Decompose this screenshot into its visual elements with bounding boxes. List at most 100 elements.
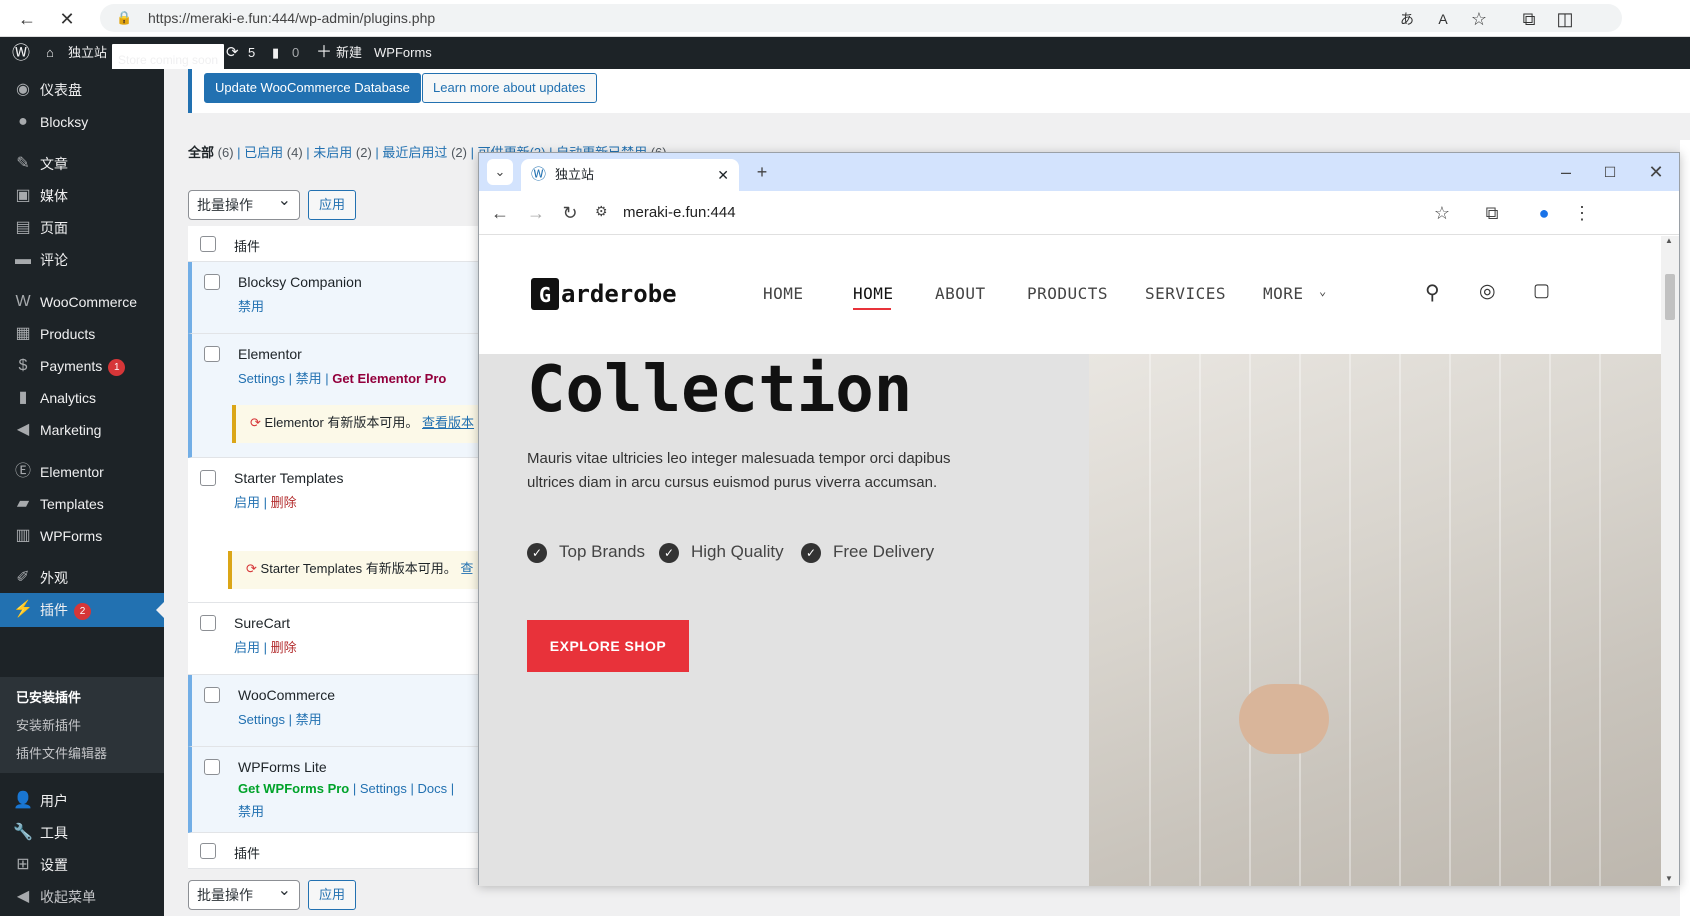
nav-products[interactable]: PRODUCTS bbox=[1027, 284, 1108, 303]
settings-link[interactable]: Settings bbox=[238, 712, 285, 727]
updates-count[interactable]: 5 bbox=[248, 37, 255, 69]
comments-count[interactable]: 0 bbox=[292, 37, 299, 69]
filter-active[interactable]: 已启用 bbox=[244, 145, 283, 160]
menu-marketing[interactable]: ◀ Marketing bbox=[0, 413, 164, 447]
scroll-up-icon[interactable]: ▲ bbox=[1665, 236, 1673, 245]
delete-link[interactable]: 删除 bbox=[271, 495, 297, 510]
back-icon[interactable]: ← bbox=[487, 200, 513, 226]
logo-text[interactable]: arderobe bbox=[561, 280, 677, 308]
scrollbar-thumb[interactable] bbox=[1665, 274, 1675, 320]
row-checkbox[interactable] bbox=[204, 274, 220, 290]
apply-button-bottom[interactable]: 应用 bbox=[308, 880, 357, 910]
maximize-icon[interactable]: ☐ bbox=[1597, 159, 1623, 185]
cart-icon[interactable]: ▢ bbox=[1533, 280, 1550, 301]
get-wpforms-pro-link[interactable]: Get WPForms Pro bbox=[238, 781, 349, 796]
row-checkbox[interactable] bbox=[204, 346, 220, 362]
menu-kebab-icon[interactable]: ⋮ bbox=[1569, 200, 1595, 226]
apply-button[interactable]: 应用 bbox=[308, 190, 357, 220]
tab-search-icon[interactable]: ⌄ bbox=[487, 159, 513, 185]
menu-pages[interactable]: ▤ 页面 bbox=[0, 211, 164, 245]
nav-home[interactable]: HOME bbox=[763, 284, 804, 303]
menu-products[interactable]: ▦ Products bbox=[0, 317, 164, 351]
menu-tools[interactable]: 🔧 工具 bbox=[0, 816, 164, 850]
settings-link[interactable]: Settings bbox=[360, 781, 407, 796]
updates-icon[interactable]: ⟳ bbox=[226, 37, 239, 69]
forward-icon[interactable]: → bbox=[523, 200, 549, 226]
delete-link[interactable]: 删除 bbox=[271, 640, 297, 655]
row-checkbox[interactable] bbox=[204, 759, 220, 775]
view-version-link[interactable]: 查 bbox=[460, 561, 473, 576]
plus-icon[interactable]: ＋ bbox=[316, 37, 332, 69]
menu-media[interactable]: ▣ 媒体 bbox=[0, 179, 164, 213]
back-icon[interactable]: ← bbox=[14, 6, 40, 32]
menu-wpforms[interactable]: ▥ WPForms bbox=[0, 519, 164, 553]
reload-icon[interactable]: ↻ bbox=[557, 200, 583, 226]
site-info-icon[interactable]: ⚙ bbox=[595, 203, 608, 220]
translate-icon[interactable]: あ bbox=[1394, 6, 1420, 32]
settings-link[interactable]: Settings bbox=[238, 371, 285, 386]
wpforms-menu[interactable]: WPForms bbox=[374, 37, 432, 69]
deactivate-link[interactable]: 禁用 bbox=[296, 712, 322, 727]
nav-about[interactable]: ABOUT bbox=[935, 284, 986, 303]
nav-services[interactable]: SERVICES bbox=[1145, 284, 1226, 303]
submenu-installed-plugins[interactable]: 已安装插件 bbox=[16, 687, 81, 706]
submenu-add-new-plugin[interactable]: 安装新插件 bbox=[16, 715, 81, 734]
chevron-down-icon[interactable]: ⌄ bbox=[1319, 284, 1327, 298]
close-window-icon[interactable]: ✕ bbox=[1643, 159, 1669, 185]
menu-woocommerce[interactable]: W WooCommerce bbox=[0, 285, 164, 319]
update-woocommerce-database-button[interactable]: Update WooCommerce Database bbox=[204, 73, 421, 103]
menu-payments[interactable]: $ Payments 1 bbox=[0, 349, 164, 383]
menu-appearance[interactable]: ✐ 外观 bbox=[0, 561, 164, 595]
minimize-icon[interactable]: – bbox=[1553, 159, 1579, 185]
view-version-link[interactable]: 查看版本 bbox=[422, 415, 474, 430]
comment-icon[interactable]: ▮ bbox=[272, 37, 279, 69]
deactivate-link[interactable]: 禁用 bbox=[296, 371, 322, 386]
menu-blocksy[interactable]: ● Blocksy bbox=[0, 105, 164, 139]
filter-recent[interactable]: 最近启用过 bbox=[382, 145, 447, 160]
new-tab-icon[interactable]: + bbox=[749, 159, 775, 185]
scrollbar[interactable]: ▲ ▼ bbox=[1661, 236, 1679, 886]
menu-plugins[interactable]: ⚡ 插件 2 bbox=[0, 593, 164, 627]
docs-link[interactable]: Docs bbox=[417, 781, 447, 796]
menu-analytics[interactable]: ▮ Analytics bbox=[0, 381, 164, 415]
select-all-checkbox[interactable] bbox=[200, 843, 216, 859]
extensions-icon[interactable]: ⧉ bbox=[1479, 200, 1505, 226]
activate-link[interactable]: 启用 bbox=[234, 495, 260, 510]
submenu-plugin-editor[interactable]: 插件文件编辑器 bbox=[16, 743, 107, 762]
search-icon[interactable]: ⚲ bbox=[1425, 280, 1440, 305]
site-name[interactable]: 独立站 bbox=[68, 37, 107, 69]
menu-dashboard[interactable]: ◉ 仪表盘 bbox=[0, 73, 164, 107]
filter-all[interactable]: 全部 bbox=[188, 145, 214, 160]
deactivate-link[interactable]: 禁用 bbox=[238, 801, 264, 820]
omnibox[interactable]: ⚙ meraki-e.fun:444 bbox=[591, 197, 1471, 229]
close-tab-icon[interactable]: ✕ bbox=[717, 159, 729, 191]
logo-mark[interactable]: G bbox=[531, 278, 559, 310]
profile-icon[interactable]: ● bbox=[1531, 200, 1557, 226]
scroll-down-icon[interactable]: ▼ bbox=[1665, 874, 1673, 883]
new-menu[interactable]: 新建 bbox=[336, 37, 362, 69]
close-icon[interactable]: ✕ bbox=[54, 6, 80, 32]
menu-comments[interactable]: ▬ 评论 bbox=[0, 243, 164, 277]
home-icon[interactable]: ⌂ bbox=[46, 37, 54, 69]
get-elementor-pro-link[interactable]: Get Elementor Pro bbox=[332, 371, 446, 386]
activate-link[interactable]: 启用 bbox=[234, 640, 260, 655]
bookmark-icon[interactable]: ☆ bbox=[1429, 200, 1455, 226]
menu-elementor[interactable]: Ⓔ Elementor bbox=[0, 455, 164, 489]
extensions-icon[interactable]: ⧉ bbox=[1516, 6, 1542, 32]
favorite-icon[interactable]: ☆ bbox=[1466, 6, 1492, 32]
row-checkbox[interactable] bbox=[200, 615, 216, 631]
menu-users[interactable]: 👤 用户 bbox=[0, 784, 164, 818]
menu-templates[interactable]: ▰ Templates bbox=[0, 487, 164, 521]
nav-home-active[interactable]: HOME bbox=[853, 284, 894, 303]
read-aloud-icon[interactable]: A bbox=[1430, 6, 1456, 32]
active-tab[interactable]: Ⓦ 独立站 ✕ bbox=[521, 159, 739, 191]
bulk-actions-select[interactable]: 批量操作 bbox=[188, 187, 300, 220]
select-all-checkbox[interactable] bbox=[200, 236, 216, 252]
explore-shop-button[interactable]: EXPLORE SHOP bbox=[527, 620, 689, 672]
account-icon[interactable]: ◎ bbox=[1479, 280, 1496, 303]
nav-more[interactable]: MORE bbox=[1263, 284, 1304, 303]
split-icon[interactable]: ◫ bbox=[1552, 6, 1578, 32]
wordpress-icon[interactable]: Ⓦ bbox=[12, 37, 30, 69]
menu-collapse[interactable]: ◀ 收起菜单 bbox=[0, 880, 164, 914]
row-checkbox[interactable] bbox=[200, 470, 216, 486]
